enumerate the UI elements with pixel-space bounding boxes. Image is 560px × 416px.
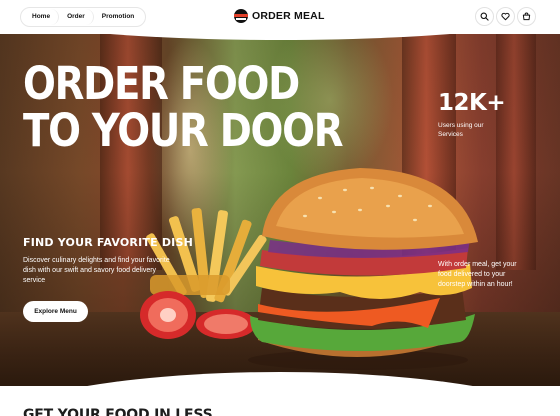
users-stat-number: 12K+ <box>438 90 506 116</box>
brand-logo[interactable]: ORDER MEAL <box>234 9 325 23</box>
sub-description: Discover culinary delights and find your… <box>23 257 170 284</box>
explore-menu-button[interactable]: Explore Menu <box>23 301 88 322</box>
search-button[interactable] <box>475 7 494 26</box>
nav-order[interactable]: Order <box>59 9 94 25</box>
cart-button[interactable] <box>517 7 536 26</box>
brand-name: ORDER MEAL <box>252 10 325 22</box>
logo-icon <box>234 9 248 23</box>
favorites-button[interactable] <box>496 7 515 26</box>
heart-icon <box>501 12 510 21</box>
hero-title: ORDER FOOD TO YOUR DOOR <box>23 57 344 157</box>
section-heading: GET YOUR FOOD IN LESS <box>23 407 213 416</box>
hero-title-line: ORDER FOOD <box>23 57 300 110</box>
site-header: Home Order Promotion ORDER MEAL <box>0 0 560 34</box>
hero-section: ORDER FOOD TO YOUR DOOR 12K+ Users using… <box>0 30 560 386</box>
tomato-slices <box>140 291 256 339</box>
search-icon <box>480 12 489 21</box>
nav-promotion[interactable]: Promotion <box>94 9 143 25</box>
users-stat-label: Users using our Services <box>438 122 484 138</box>
nav-home[interactable]: Home <box>24 9 60 25</box>
sub-heading: FIND YOUR FAVORITE DISH <box>23 236 193 249</box>
cart-icon <box>522 12 531 21</box>
delivery-note: With order meal, get your food delivered… <box>438 261 517 288</box>
main-nav: Home Order Promotion <box>20 7 147 27</box>
hero-title-line: TO YOUR DOOR <box>23 104 344 157</box>
